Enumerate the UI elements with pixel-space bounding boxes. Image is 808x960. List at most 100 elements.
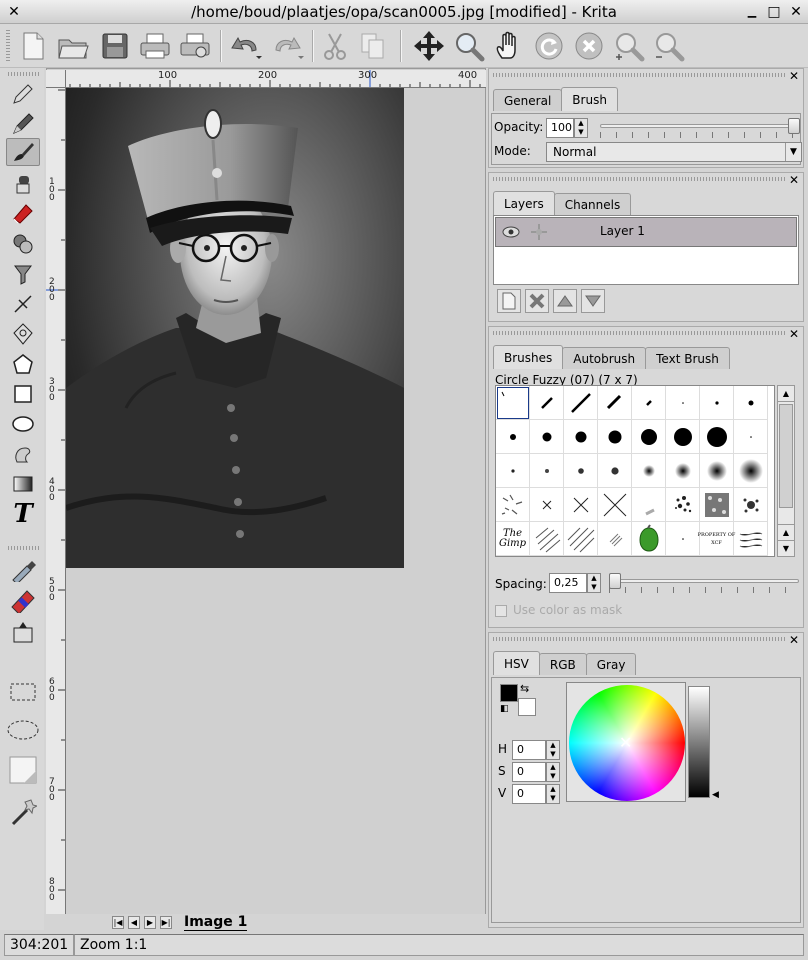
gradient-tool-icon[interactable]	[6, 470, 40, 498]
brush-cell[interactable]	[598, 420, 632, 454]
gimp-brush-cell[interactable]: The Gimp	[496, 522, 530, 556]
minimize-icon[interactable]: ▁	[742, 2, 762, 22]
close-icon[interactable]: ✕	[787, 69, 801, 83]
brush-cell[interactable]	[666, 454, 700, 488]
image-tab[interactable]: Image 1	[184, 914, 248, 931]
tab-general[interactable]: General	[493, 89, 563, 111]
brush-cell[interactable]	[598, 522, 632, 556]
brush-cell[interactable]	[632, 420, 666, 454]
brush-cell[interactable]	[564, 488, 598, 522]
brush-cell[interactable]	[734, 522, 768, 556]
redo-icon[interactable]	[270, 28, 304, 64]
link-icon[interactable]	[530, 223, 548, 244]
brush-cell[interactable]	[666, 386, 700, 420]
save-disk-icon[interactable]	[98, 28, 132, 64]
brush-cell[interactable]	[700, 386, 734, 420]
brush-cell[interactable]	[734, 420, 768, 454]
brush-cell[interactable]	[598, 488, 632, 522]
fill-tool-icon[interactable]	[6, 260, 40, 288]
prev-tab-icon[interactable]: ◀	[128, 916, 140, 929]
tab-channels[interactable]: Channels	[553, 193, 632, 215]
text-tool-icon[interactable]: T	[6, 499, 40, 529]
smudge-tool-icon[interactable]	[6, 440, 40, 468]
brush-cell[interactable]	[666, 420, 700, 454]
tab-layers[interactable]: Layers	[493, 191, 555, 215]
undo-icon[interactable]	[228, 28, 262, 64]
brush-cell[interactable]	[530, 386, 564, 420]
brush-cell[interactable]	[700, 488, 734, 522]
opacity-stepper[interactable]: ▲ ▼	[574, 118, 588, 138]
spacing-input[interactable]: 0,25	[549, 573, 587, 593]
contiguous-select-icon[interactable]	[6, 756, 40, 784]
pan-hand-icon[interactable]	[492, 28, 526, 64]
brush-cell[interactable]	[700, 454, 734, 488]
open-folder-icon[interactable]	[56, 28, 90, 64]
tab-hsv[interactable]: HSV	[493, 651, 540, 675]
brush-cell[interactable]	[496, 454, 530, 488]
dropper-tool-icon[interactable]	[6, 556, 40, 584]
pencil-tool-icon[interactable]	[6, 110, 40, 138]
xcf-brush-cell[interactable]: PROPERTY OF XCF	[698, 522, 735, 556]
close-icon[interactable]: ✕	[787, 327, 801, 341]
copy-icon[interactable]	[356, 28, 390, 64]
brush-cell[interactable]	[564, 454, 598, 488]
tab-brushes[interactable]: Brushes	[493, 345, 564, 369]
spacing-slider-knob[interactable]	[609, 573, 621, 589]
toolbar-grip[interactable]	[6, 30, 10, 62]
next-tab-icon[interactable]: ▶	[144, 916, 156, 929]
ellipse-tool-icon[interactable]	[6, 410, 40, 438]
brush-cell[interactable]	[564, 522, 598, 556]
eraser-blue-icon[interactable]	[6, 586, 40, 614]
brush-cell[interactable]	[666, 522, 700, 556]
line-tool-icon[interactable]	[6, 290, 40, 318]
brush-cell[interactable]	[632, 488, 666, 522]
panel-grip[interactable]	[493, 331, 785, 335]
tab-autobrush[interactable]: Autobrush	[562, 347, 647, 369]
tab-gray[interactable]: Gray	[585, 653, 637, 675]
vertical-ruler[interactable]: 100 200 300 400 500 600 700 800	[46, 88, 66, 914]
brush-cell[interactable]	[530, 420, 564, 454]
panel-grip[interactable]	[493, 73, 785, 77]
brush-cell[interactable]	[700, 420, 734, 454]
brush-tool-icon[interactable]	[6, 138, 40, 166]
stop-icon[interactable]	[572, 28, 606, 64]
horizontal-ruler[interactable]: 100 200 300 400	[66, 70, 486, 88]
panel-grip[interactable]	[493, 637, 785, 641]
zoom-in-icon[interactable]	[612, 28, 646, 64]
layer-name[interactable]: Layer 1	[600, 224, 645, 238]
value-input[interactable]: 0	[512, 784, 546, 804]
zoom-icon[interactable]	[452, 28, 486, 64]
value-arrow-icon[interactable]: ◀	[712, 790, 719, 800]
saturation-input[interactable]: 0	[512, 762, 546, 782]
close-icon[interactable]: ✕	[787, 633, 801, 647]
hue-input[interactable]: 0	[512, 740, 546, 760]
print-preview-icon[interactable]	[178, 28, 212, 64]
foreground-color-swatch[interactable]	[500, 684, 518, 702]
brush-cell[interactable]	[530, 522, 564, 556]
move-layer-down-icon[interactable]	[581, 289, 605, 313]
brush-cell[interactable]	[564, 386, 598, 420]
magic-wand-icon[interactable]	[6, 798, 40, 826]
close-icon[interactable]: ✕	[787, 173, 801, 187]
saturation-stepper[interactable]: ▲ ▼	[546, 762, 560, 782]
opacity-slider[interactable]	[600, 118, 800, 140]
brush-cell[interactable]	[666, 488, 700, 522]
brush-cell[interactable]	[734, 454, 768, 488]
tab-brush[interactable]: Brush	[561, 87, 618, 111]
toolbox-grip[interactable]	[8, 72, 40, 76]
scroll-down-icon[interactable]: ▼	[778, 540, 794, 556]
scroll-up-icon[interactable]: ▲	[778, 386, 794, 402]
new-layer-icon[interactable]	[497, 289, 521, 313]
delete-layer-icon[interactable]	[525, 289, 549, 313]
clone-tool-icon[interactable]	[6, 230, 40, 258]
image-canvas[interactable]	[66, 88, 404, 568]
opacity-slider-knob[interactable]	[788, 118, 800, 134]
print-icon[interactable]	[138, 28, 172, 64]
rectangle-tool-icon[interactable]	[6, 380, 40, 408]
new-document-icon[interactable]	[16, 28, 50, 64]
eye-icon[interactable]	[502, 224, 520, 243]
move-icon[interactable]	[412, 28, 446, 64]
airbrush-tool-icon[interactable]	[6, 170, 40, 198]
panel-grip[interactable]	[493, 177, 785, 181]
mode-select[interactable]: Normal ▼	[546, 142, 802, 162]
